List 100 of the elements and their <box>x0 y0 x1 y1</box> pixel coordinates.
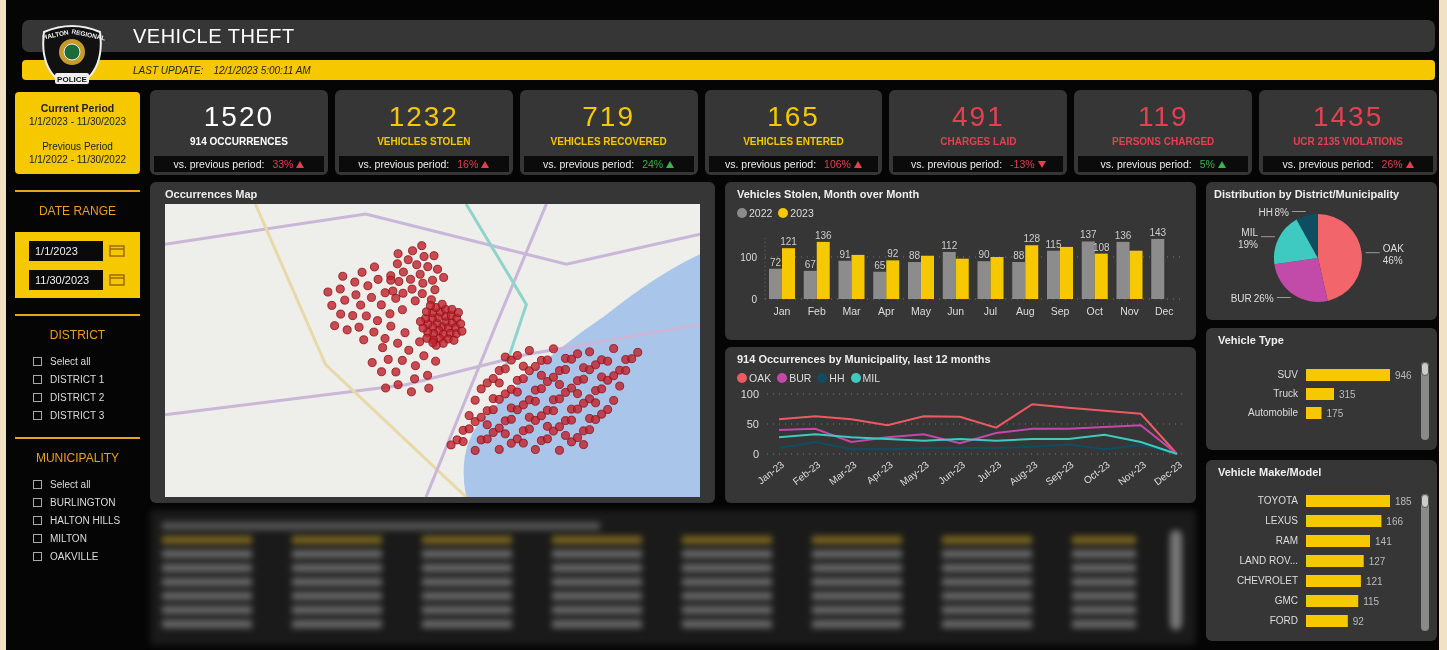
chart-title: 914 Occurrences by Municipality, last 12 months <box>737 353 992 365</box>
checkbox[interactable] <box>33 357 42 366</box>
comparison-label: vs. previous period: <box>911 158 1003 170</box>
axis-tick-label: Jul <box>983 305 998 317</box>
category-label: BUR <box>1230 292 1252 304</box>
current-period-label: Current Period <box>40 101 115 114</box>
axis-tick-label: 0 <box>751 294 757 305</box>
legend-label: 2023 <box>790 207 814 219</box>
kpi-label: VEHICLES ENTERED <box>743 136 844 147</box>
bar-label: CHEVROLET <box>1236 575 1298 586</box>
axis-tick-label: Aug <box>1015 305 1035 317</box>
data-label: 46% <box>1382 254 1403 266</box>
change-value: 106% <box>824 158 851 170</box>
calendar-icon[interactable] <box>109 274 125 286</box>
kpi-label: CHARGES LAID <box>940 136 1017 147</box>
checkbox-label: DISTRICT 1 <box>50 374 105 385</box>
bar <box>1306 595 1359 607</box>
kpi-value: 165 <box>767 102 820 132</box>
data-label: 137 <box>1079 229 1097 241</box>
checkbox[interactable] <box>33 393 42 402</box>
axis-tick-label: Sep <box>1050 305 1070 317</box>
axis-tick-label: Oct <box>1086 305 1103 317</box>
data-label: 115 <box>1363 596 1380 607</box>
update-value: 12/1/2023 5:00:11 AM <box>213 64 311 76</box>
axis-tick-label: 100 <box>740 388 759 400</box>
data-label: 136 <box>1114 229 1132 241</box>
kpi-value: 1520 <box>203 102 275 132</box>
bar <box>1306 615 1348 627</box>
bar <box>921 255 934 299</box>
data-label: 128 <box>1023 233 1041 245</box>
bar <box>908 262 921 299</box>
data-label: 67 <box>804 258 816 270</box>
legend-label: OAK <box>749 372 772 384</box>
data-label: 115 <box>1045 238 1062 250</box>
axis-tick-label: 0 <box>752 448 759 460</box>
calendar-icon[interactable] <box>109 245 125 257</box>
data-label: 315 <box>1338 389 1356 400</box>
data-label: 175 <box>1326 408 1344 419</box>
scrollbar[interactable] <box>1421 362 1429 440</box>
comparison-label: vs. previous period: <box>1100 158 1192 170</box>
checkbox[interactable] <box>33 534 42 543</box>
bar-label: SUV <box>1277 369 1298 380</box>
checkbox[interactable] <box>33 375 42 384</box>
data-label: 92 <box>1352 616 1364 627</box>
kpi-label: UCR 2135 VIOLATIONS <box>1293 136 1403 147</box>
data-label: 91 <box>839 248 851 260</box>
data-label: 166 <box>1386 516 1404 527</box>
checkbox-label: HALTON HILLS <box>50 515 121 526</box>
checkbox[interactable] <box>33 480 42 489</box>
leader-line <box>1365 252 1381 254</box>
change-value: 26% <box>1381 158 1403 170</box>
panel-title: Occurrences Map <box>165 188 259 200</box>
data-label: 121 <box>780 236 797 248</box>
kpi-label: PERSONS CHARGED <box>1112 136 1215 147</box>
comparison-label: vs. previous period: <box>725 158 817 170</box>
comparison-label: vs. previous period: <box>543 158 635 170</box>
filter-title: MUNICIPALITY <box>34 451 121 465</box>
leader-line <box>1276 297 1292 298</box>
data-label: 8% <box>1274 206 1289 218</box>
kpi-label: VEHICLES STOLEN <box>377 136 471 147</box>
previous-period-range: 1/1/2022 - 11/30/2022 <box>28 153 127 165</box>
legend-label: 2022 <box>749 207 773 219</box>
axis-tick-label: Nov <box>1120 305 1139 317</box>
data-label: 92 <box>887 248 899 260</box>
checkbox-label: Select all <box>50 479 91 490</box>
checkbox-label: DISTRICT 3 <box>50 410 105 421</box>
date-field[interactable]: 11/30/2023 <box>29 270 103 290</box>
update-label: LAST UPDATE: <box>133 64 204 76</box>
bar <box>977 261 991 299</box>
checkbox-label: BURLINGTON <box>50 497 116 508</box>
change-value: 16% <box>457 158 479 170</box>
data-label: 143 <box>1149 226 1167 238</box>
category-label: MIL <box>1241 226 1258 238</box>
data-label: 88 <box>908 250 921 262</box>
kpi-label: VEHICLES RECOVERED <box>550 136 667 147</box>
dashboard-title: VEHICLE THEFT <box>133 24 295 48</box>
data-label: 136 <box>814 229 832 241</box>
legend-label: MIL <box>862 372 881 384</box>
bar <box>1306 555 1364 567</box>
checkbox[interactable] <box>33 498 42 507</box>
current-period-range: 1/1/2023 - 11/30/2023 <box>28 115 127 127</box>
scrollbar[interactable] <box>1421 494 1429 631</box>
axis-tick-label: Mar <box>842 305 861 317</box>
comparison-label: vs. previous period: <box>173 158 265 170</box>
category-label: OAK <box>1382 242 1404 254</box>
bar <box>838 260 852 299</box>
checkbox[interactable] <box>33 552 42 561</box>
checkbox[interactable] <box>33 516 42 525</box>
bar <box>1306 535 1370 547</box>
chart-title: Vehicle Make/Model <box>1218 466 1323 478</box>
bar <box>1306 575 1361 587</box>
kpi-value: 1435 <box>1312 102 1384 132</box>
kpi-label: 914 OCCURRENCES <box>190 136 288 147</box>
checkbox-label: DISTRICT 2 <box>50 392 105 403</box>
axis-tick-label: Feb <box>807 305 826 317</box>
change-value: 33% <box>272 158 294 170</box>
checkbox[interactable] <box>33 411 42 420</box>
date-field[interactable]: 1/1/2023 <box>29 241 103 261</box>
data-label: 946 <box>1395 370 1412 381</box>
kpi-value: 119 <box>1137 102 1189 132</box>
